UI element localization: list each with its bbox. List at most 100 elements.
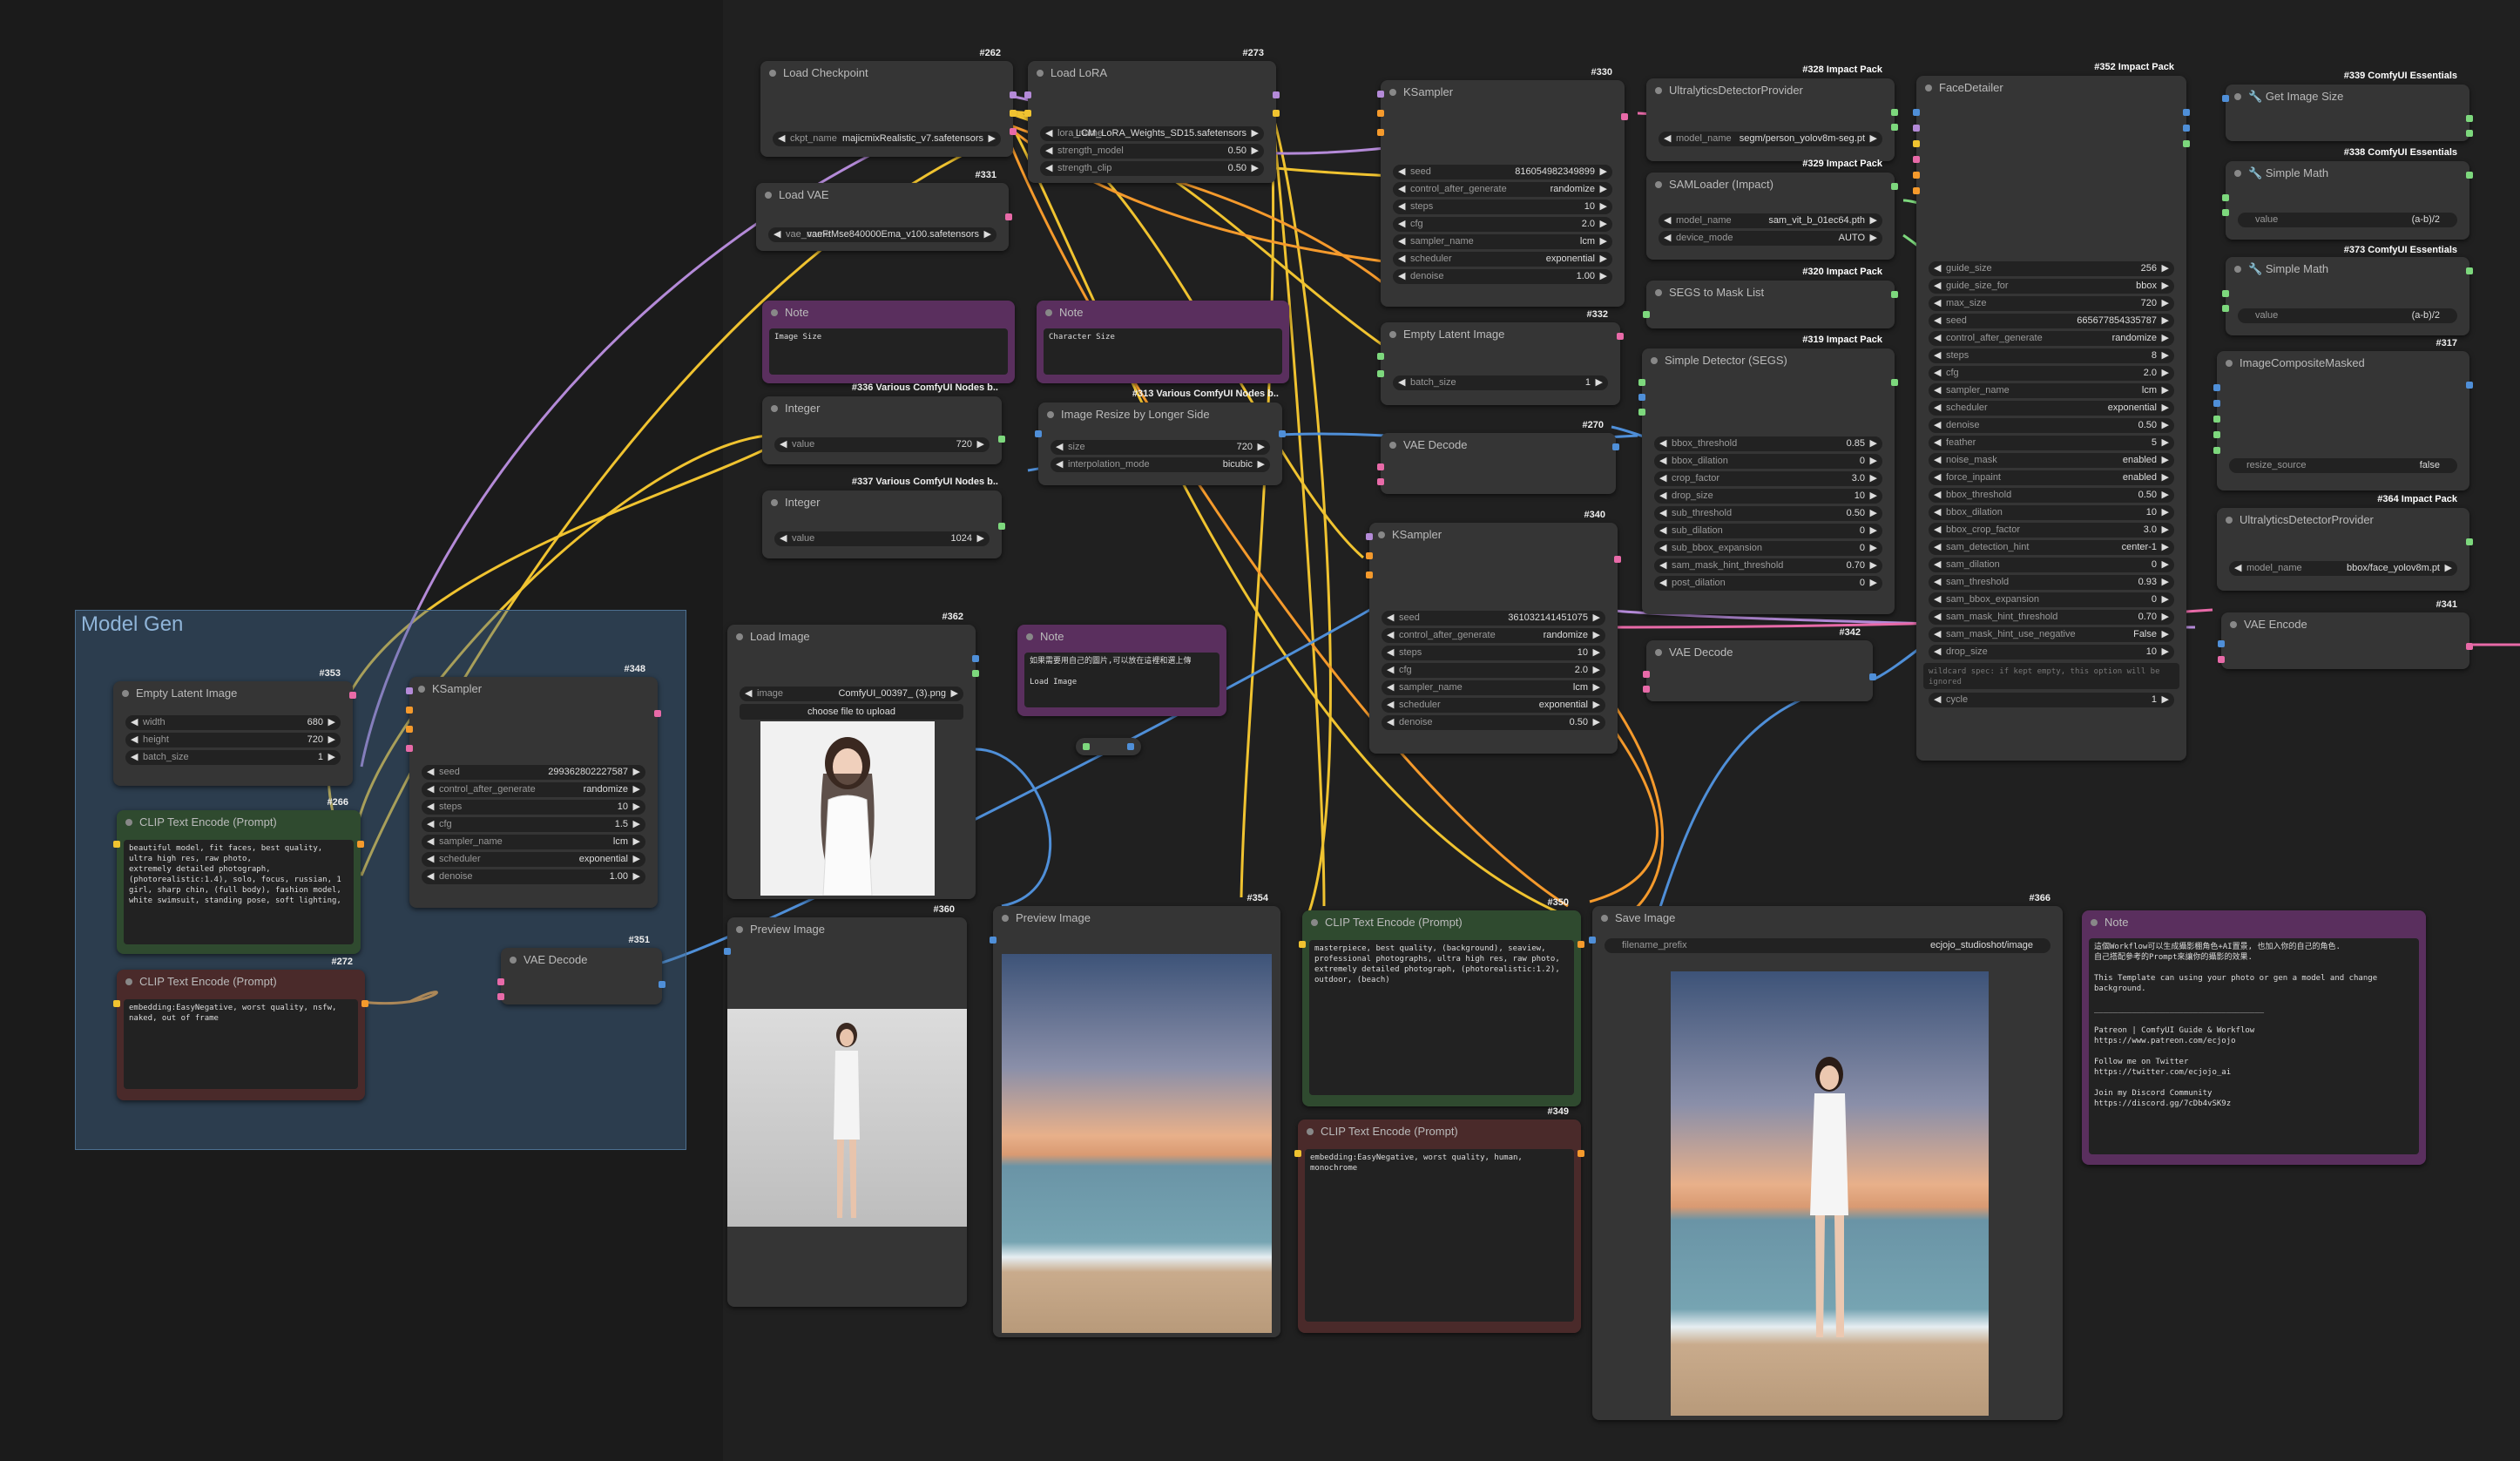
- arrow-right-icon[interactable]: ▶: [2162, 366, 2169, 381]
- arrow-left-icon[interactable]: ◀: [1934, 592, 1941, 607]
- conditioning-output-port[interactable]: [357, 841, 364, 848]
- image-output-port[interactable]: [659, 981, 665, 988]
- arrow-left-icon[interactable]: ◀: [1398, 200, 1405, 214]
- face-detailer-seed-widget[interactable]: ◀ seed 665677854335787 ▶: [1929, 314, 2174, 328]
- pixels-input-port[interactable]: [2218, 640, 2225, 647]
- arrow-right-icon[interactable]: ▶: [1593, 680, 1600, 695]
- node-ultralytics-detector-2[interactable]: #364 Impact Pack UltralyticsDetectorProv…: [2217, 494, 2473, 591]
- arrow-left-icon[interactable]: ◀: [1659, 506, 1666, 521]
- vae-input-port[interactable]: [2218, 656, 2225, 663]
- collapse-dot-icon[interactable]: [1389, 89, 1396, 96]
- face-detailer-steps-widget[interactable]: ◀ steps 8 ▶: [1929, 348, 2174, 363]
- face-detailer-bbox-dilation-widget[interactable]: ◀ bbox_dilation 10 ▶: [1929, 505, 2174, 520]
- model-output-port[interactable]: [1273, 91, 1280, 98]
- sub-bbox-expansion-input[interactable]: ◀ sub_bbox_expansion 0 ▶: [1654, 541, 1882, 556]
- face-detailer-scheduler-widget[interactable]: ◀ scheduler exponential ▶: [1929, 401, 2174, 416]
- resize-source-toggle[interactable]: resize_source false: [2229, 458, 2457, 473]
- size-input[interactable]: ◀ size 720 ▶: [1051, 440, 1270, 455]
- arrow-left-icon[interactable]: ◀: [1934, 436, 1941, 450]
- arrow-right-icon[interactable]: ▶: [1596, 375, 1603, 390]
- collapse-dot-icon[interactable]: [1389, 331, 1396, 338]
- arrow-right-icon[interactable]: ▶: [1600, 252, 1607, 267]
- arrow-right-icon[interactable]: ▶: [1258, 457, 1265, 472]
- ckpt-name-combo[interactable]: ◀ ckpt_name majicmixRealistic_v7.safetenso…: [773, 132, 1001, 146]
- collapse-dot-icon[interactable]: [771, 405, 778, 412]
- arrow-left-icon[interactable]: ◀: [1664, 132, 1671, 146]
- strength-clip-number[interactable]: ◀ strength_clip 0.50 ▶: [1040, 161, 1264, 176]
- collapse-dot-icon[interactable]: [1045, 309, 1052, 316]
- arrow-left-icon[interactable]: ◀: [1056, 457, 1063, 472]
- int-output-port[interactable]: [998, 436, 1005, 443]
- model-name-combo[interactable]: ◀ model_name sam_vit_b_01ec64.pth ▶: [1659, 213, 1882, 228]
- arrow-right-icon[interactable]: ▶: [633, 765, 640, 780]
- cropped-output-port[interactable]: [2183, 125, 2190, 132]
- model-input-port[interactable]: [1377, 91, 1384, 98]
- node-title[interactable]: Preview Image: [727, 917, 967, 942]
- node-ksampler-left[interactable]: #348 KSampler ◀ seed 299362802227587 ▶ ◀ con…: [406, 664, 661, 908]
- collapse-dot-icon[interactable]: [736, 926, 743, 933]
- arrow-left-icon[interactable]: ◀: [780, 437, 787, 452]
- arrow-right-icon[interactable]: ▶: [989, 132, 996, 146]
- collapse-dot-icon[interactable]: [1002, 915, 1009, 922]
- model-name-combo[interactable]: ◀ model_name segm/person_yolov8m-seg.pt ▶: [1659, 132, 1882, 146]
- arrow-left-icon[interactable]: ◀: [1934, 331, 1941, 346]
- image-combo[interactable]: ◀ image ComfyUI_00397_ (3).png ▶: [740, 687, 963, 701]
- arrow-left-icon[interactable]: ◀: [1934, 470, 1941, 485]
- control-after-generate-combo[interactable]: ◀ control_after_generate randomize ▶: [1382, 628, 1605, 643]
- node-save-image[interactable]: #366 Save Image filename_prefix ecjojo_st…: [1589, 893, 2063, 1420]
- clip-input-port[interactable]: [1913, 140, 1920, 147]
- sub-dilation-input[interactable]: ◀ sub_dilation 0 ▶: [1654, 524, 1882, 538]
- face-detailer-force-inpaint-widget[interactable]: ◀ force_inpaint enabled ▶: [1929, 470, 2174, 485]
- cycle-input[interactable]: ◀ cycle 1 ▶: [1929, 693, 2174, 707]
- latent-output-port[interactable]: [1621, 113, 1628, 120]
- latent-output-port[interactable]: [1614, 556, 1621, 563]
- arrow-left-icon[interactable]: ◀: [778, 132, 785, 146]
- collapse-dot-icon[interactable]: [1655, 181, 1662, 188]
- steps-input[interactable]: ◀ steps 10 ▶: [1393, 200, 1612, 214]
- wildcard-textarea[interactable]: wildcard spec: if kept empty, this optio…: [1923, 663, 2179, 689]
- node-title[interactable]: Load Checkpoint: [760, 61, 1013, 85]
- face-detailer-cfg-widget[interactable]: ◀ cfg 2.0 ▶: [1929, 366, 2174, 381]
- collapse-dot-icon[interactable]: [1651, 357, 1658, 364]
- clip-input-port[interactable]: [113, 1000, 120, 1007]
- arrow-right-icon[interactable]: ▶: [2162, 261, 2169, 276]
- arrow-right-icon[interactable]: ▶: [1870, 132, 1877, 146]
- height-output-port[interactable]: [2466, 130, 2473, 137]
- node-title[interactable]: KSampler: [409, 677, 658, 701]
- arrow-right-icon[interactable]: ▶: [1870, 576, 1877, 591]
- face-detailer-denoise-widget[interactable]: ◀ denoise 0.50 ▶: [1929, 418, 2174, 433]
- lora-name-combo[interactable]: ◀ lora_name LCM_LoRA_Weights_SD15.safetens…: [1040, 126, 1264, 141]
- vae-input-port[interactable]: [497, 993, 504, 1000]
- collapse-dot-icon[interactable]: [1389, 442, 1396, 449]
- positive-input-port[interactable]: [1377, 110, 1384, 117]
- steps-input[interactable]: ◀ steps 10 ▶: [1382, 646, 1605, 660]
- collapse-dot-icon[interactable]: [1655, 289, 1662, 296]
- negative-input-port[interactable]: [1913, 187, 1920, 194]
- sam-input-port[interactable]: [1638, 409, 1645, 416]
- seed-input[interactable]: ◀ seed 299362802227587 ▶: [422, 765, 645, 780]
- sampler-name-combo[interactable]: ◀ sampler_name lcm ▶: [1382, 680, 1605, 695]
- arrow-right-icon[interactable]: ▶: [977, 437, 984, 452]
- prompt-textarea[interactable]: embedding:EasyNegative, worst quality, n…: [124, 999, 358, 1089]
- prompt-textarea[interactable]: embedding:EasyNegative, worst quality, h…: [1305, 1149, 1574, 1322]
- arrow-right-icon[interactable]: ▶: [1593, 628, 1600, 643]
- mask-output-port[interactable]: [2183, 140, 2190, 147]
- collapse-dot-icon[interactable]: [1026, 633, 1033, 640]
- node-graph-canvas[interactable]: Model Gen #262 Load Checkpoint ◀ ckpt_nam…: [0, 0, 2520, 1461]
- node-title[interactable]: Empty Latent Image: [1381, 322, 1620, 347]
- image-output-port[interactable]: [2183, 109, 2190, 116]
- batch-size-input[interactable]: ◀ batch_size 1 ▶: [125, 750, 341, 765]
- clip-input-port[interactable]: [113, 841, 120, 848]
- node-simple-math-1[interactable]: #338 ComfyUI Essentials 🔧 Simple Math va…: [2222, 147, 2473, 240]
- arrow-right-icon[interactable]: ▶: [2162, 610, 2169, 625]
- arrow-right-icon[interactable]: ▶: [633, 817, 640, 832]
- node-ksampler-mid[interactable]: #340 KSampler ◀ seed 361032141451075 ▶ ◀ con…: [1366, 510, 1621, 754]
- bbox-detector-input-port[interactable]: [1638, 379, 1645, 386]
- arrow-right-icon[interactable]: ▶: [1870, 471, 1877, 486]
- arrow-left-icon[interactable]: ◀: [1398, 375, 1405, 390]
- node-title[interactable]: CLIP Text Encode (Prompt): [117, 970, 365, 994]
- node-vae-decode-left[interactable]: #351 VAE Decode: [497, 935, 665, 1004]
- width-input-port[interactable]: [1377, 353, 1384, 360]
- arrow-right-icon[interactable]: ▶: [2162, 383, 2169, 398]
- arrow-right-icon[interactable]: ▶: [1600, 217, 1607, 232]
